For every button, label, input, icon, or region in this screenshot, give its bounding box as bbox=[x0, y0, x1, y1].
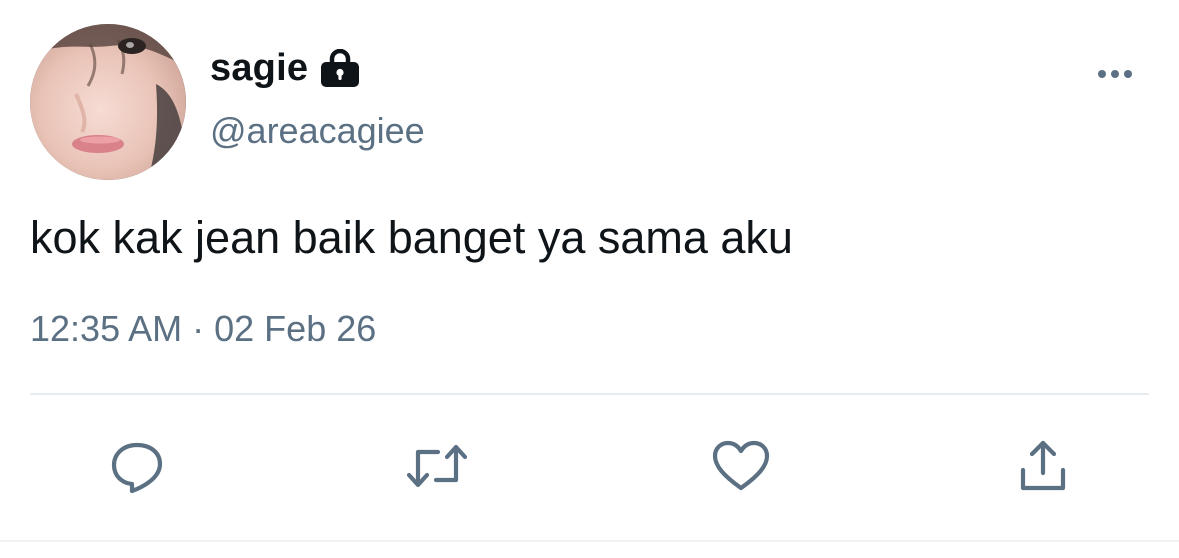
divider bbox=[30, 393, 1149, 395]
author-handle[interactable]: @areacagiee bbox=[210, 110, 425, 152]
lock-icon bbox=[321, 49, 360, 87]
heart-icon bbox=[712, 440, 770, 491]
like-button[interactable] bbox=[708, 436, 774, 496]
retweet-button[interactable] bbox=[404, 436, 470, 496]
more-horizontal-icon[interactable] bbox=[1090, 62, 1140, 86]
share-button[interactable] bbox=[1010, 436, 1076, 496]
display-name[interactable]: sagie bbox=[210, 47, 308, 90]
reply-button[interactable] bbox=[104, 436, 170, 496]
tweet-time: 12:35 AM bbox=[30, 308, 183, 349]
tweet-timestamp[interactable]: 12:35 AM · 02 Feb 26 bbox=[30, 308, 376, 350]
timestamp-separator: · bbox=[192, 308, 205, 349]
tweet-text: kok kak jean baik banget ya sama aku bbox=[30, 212, 793, 263]
tweet-date: 02 Feb 26 bbox=[214, 308, 377, 349]
retweet-arrows-icon bbox=[406, 444, 468, 488]
bottom-divider bbox=[0, 540, 1179, 542]
share-upload-icon bbox=[1020, 440, 1066, 491]
author-name-row: sagie bbox=[210, 42, 362, 94]
avatar-image bbox=[30, 24, 186, 180]
speech-bubble-icon bbox=[111, 442, 163, 494]
avatar[interactable] bbox=[30, 24, 186, 180]
